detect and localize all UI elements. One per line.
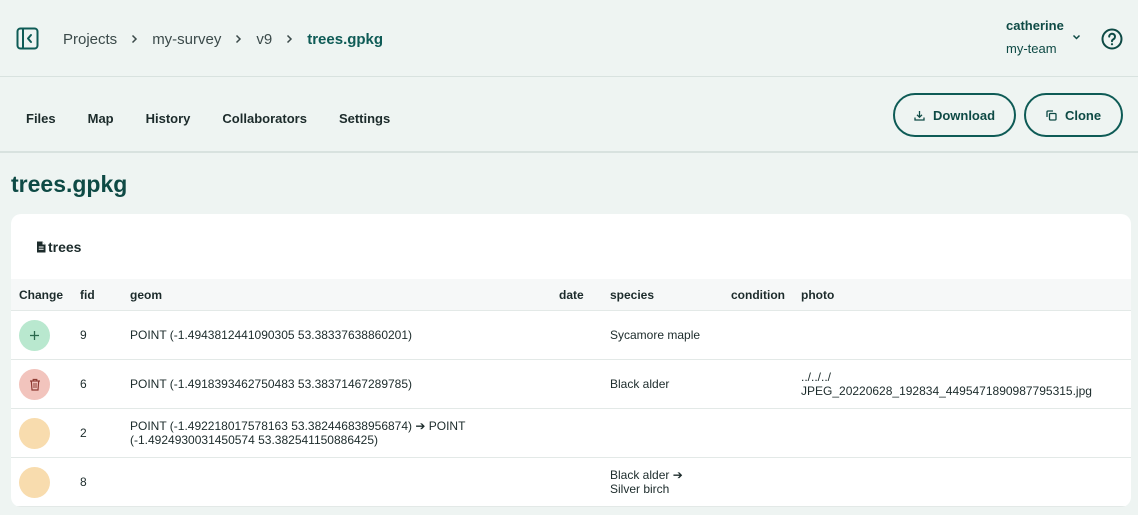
download-label: Download	[932, 107, 996, 123]
cell-photo: ../../../ JPEG_20220628_192834_449547189…	[801, 370, 1092, 398]
table-row[interactable]: 9 POINT (-1.4943812441090305 53.38337638…	[11, 311, 1131, 360]
column-header-species: species	[610, 288, 655, 302]
cell-fid: 8	[80, 475, 87, 489]
breadcrumb-projects[interactable]: Projects	[63, 31, 117, 48]
cell-geom: POINT (-1.492218017578163 53.38244683895…	[130, 419, 466, 447]
project-tabs-bar: Files Map History Collaborators Settings…	[0, 77, 1138, 153]
tab-history[interactable]: History	[146, 111, 191, 127]
clone-label: Clone	[1064, 107, 1102, 123]
cell-fid: 2	[80, 426, 87, 440]
clone-button[interactable]: Clone	[1024, 93, 1123, 137]
removed-badge	[19, 369, 50, 400]
breadcrumb: Projects my-survey v9 trees.gpkg	[63, 29, 383, 49]
column-header-photo: photo	[801, 288, 835, 302]
page-title: trees.gpkg	[11, 171, 128, 197]
cell-fid: 9	[80, 328, 87, 342]
trash-icon	[29, 378, 40, 391]
copy-icon	[1046, 109, 1057, 121]
table-row[interactable]: 2 POINT (-1.492218017578163 53.382446838…	[11, 409, 1131, 458]
download-button[interactable]: Download	[893, 93, 1016, 137]
column-header-fid: fid	[80, 288, 95, 302]
column-header-change: Change	[19, 288, 64, 302]
chevron-down-icon	[1072, 34, 1081, 40]
table-row[interactable]: 6 POINT (-1.4918393462750483 53.38371467…	[11, 360, 1131, 409]
file-icon	[37, 241, 46, 253]
user-name: catherine	[1006, 18, 1064, 33]
layer-heading: trees	[36, 239, 81, 255]
tab-settings[interactable]: Settings	[339, 111, 390, 127]
changes-card: trees Change fid geom date species condi…	[11, 214, 1131, 507]
download-icon	[914, 110, 925, 121]
chevron-right-icon	[286, 34, 293, 44]
table-row[interactable]: 8 Black alder ➔ Silver birch	[11, 458, 1131, 507]
top-bar: Projects my-survey v9 trees.gpkg catheri…	[0, 0, 1138, 77]
column-header-date: date	[559, 288, 584, 302]
breadcrumb-current-file: trees.gpkg	[307, 30, 384, 48]
table-header: Change fid geom date species condition p…	[11, 279, 1131, 311]
updated-badge	[19, 418, 50, 449]
cell-species: Black alder ➔ Silver birch	[610, 468, 683, 496]
cell-geom: POINT (-1.4943812441090305 53.3833763886…	[130, 328, 413, 342]
layer-name: trees	[48, 239, 82, 255]
breadcrumb-project[interactable]: my-survey	[152, 31, 221, 48]
tab-files[interactable]: Files	[26, 111, 56, 127]
user-team: my-team	[1006, 41, 1057, 56]
tab-collaborators[interactable]: Collaborators	[222, 111, 307, 127]
cell-species: Sycamore maple	[610, 328, 701, 342]
updated-badge	[19, 467, 50, 498]
added-badge	[19, 320, 50, 351]
cell-fid: 6	[80, 377, 87, 391]
column-header-condition: condition	[731, 288, 785, 302]
cell-species: Black alder	[610, 377, 670, 391]
cell-geom: POINT (-1.4918393462750483 53.3837146728…	[130, 377, 413, 391]
tab-map[interactable]: Map	[88, 111, 114, 127]
breadcrumb-version[interactable]: v9	[256, 31, 272, 48]
sidebar-collapse-icon[interactable]	[16, 27, 39, 50]
help-circle-icon[interactable]	[1101, 28, 1123, 50]
plus-icon	[30, 331, 39, 340]
column-header-geom: geom	[130, 288, 163, 302]
chevron-right-icon	[131, 34, 138, 44]
tab-list: Files Map History Collaborators Settings	[26, 111, 422, 127]
chevron-right-icon	[235, 34, 242, 44]
user-menu[interactable]: catherine my-team	[1006, 17, 1086, 58]
